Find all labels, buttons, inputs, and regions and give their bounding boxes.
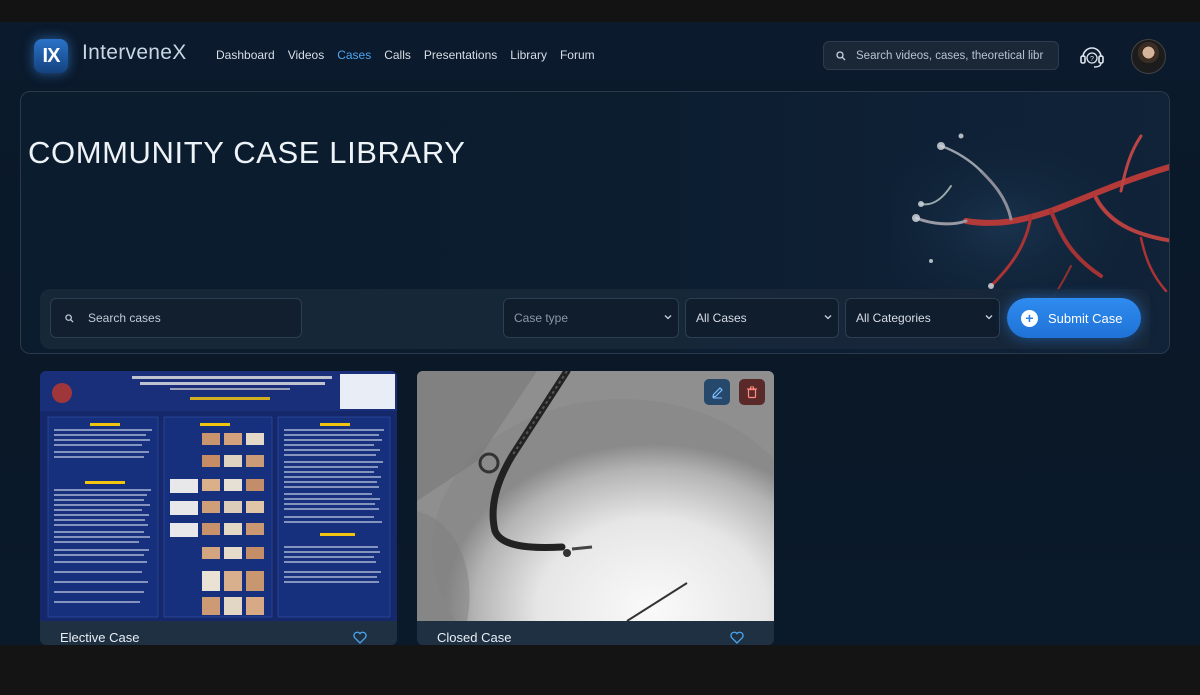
poster-image <box>40 371 397 621</box>
page-title: COMMUNITY CASE LIBRARY <box>28 135 466 170</box>
chevron-down-icon <box>824 315 832 320</box>
app-window: IX IntervenеX Dashboard Videos Cases Cal… <box>0 22 1200 645</box>
case-search-input[interactable] <box>86 310 290 326</box>
case-card[interactable]: Closed Case <box>417 371 774 645</box>
nav-dashboard[interactable]: Dashboard <box>216 48 275 62</box>
headset-question-icon[interactable]: ? <box>1078 42 1106 70</box>
case-title[interactable]: Elective Case <box>60 630 139 645</box>
categories-select[interactable]: All Categories <box>845 298 1000 338</box>
plus-icon: + <box>1021 309 1038 327</box>
global-search[interactable] <box>823 41 1059 70</box>
case-card-footer: Closed Case <box>417 621 774 645</box>
heart-icon[interactable] <box>730 631 744 644</box>
submit-case-button[interactable]: + Submit Case <box>1007 298 1141 338</box>
case-type-select[interactable]: Case type <box>503 298 679 338</box>
case-title[interactable]: Closed Case <box>437 630 511 645</box>
user-avatar[interactable] <box>1131 39 1166 74</box>
nav-videos[interactable]: Videos <box>288 48 324 62</box>
nav-library[interactable]: Library <box>510 48 547 62</box>
nav-presentations[interactable]: Presentations <box>424 48 497 62</box>
chevron-down-icon <box>985 315 993 320</box>
cases-value: All Cases <box>696 311 747 325</box>
case-search[interactable] <box>50 298 302 338</box>
brand-name[interactable]: IntervenеX <box>82 41 187 65</box>
xray-image <box>417 371 774 621</box>
edit-icon <box>711 386 723 398</box>
hero-banner: COMMUNITY CASE LIBRARY Search cases Case… <box>20 91 1170 354</box>
case-thumbnail-poster[interactable] <box>40 371 397 621</box>
edit-button[interactable] <box>704 379 730 405</box>
case-type-value: Case type <box>514 311 569 325</box>
bottom-letterbox <box>0 645 1200 695</box>
search-icon <box>836 50 846 60</box>
nav-forum[interactable]: Forum <box>560 48 595 62</box>
case-card-footer: Elective Case <box>40 621 397 645</box>
delete-button[interactable] <box>739 379 765 405</box>
categories-value: All Categories <box>856 311 931 325</box>
nav-calls[interactable]: Calls <box>384 48 411 62</box>
global-search-input[interactable] <box>854 48 1054 63</box>
case-card[interactable]: Elective Case <box>40 371 397 645</box>
main-nav: Dashboard Videos Cases Calls Presentatio… <box>216 48 595 62</box>
app-logo[interactable]: IX <box>34 39 68 73</box>
filter-bar: Case type All Cases All Categories + Sub… <box>40 289 1150 349</box>
nav-cases[interactable]: Cases <box>337 48 371 62</box>
search-icon <box>65 313 74 323</box>
cases-select[interactable]: All Cases <box>685 298 839 338</box>
heart-icon[interactable] <box>353 631 367 644</box>
svg-text:?: ? <box>1090 56 1094 63</box>
chevron-down-icon <box>664 315 672 320</box>
trash-icon <box>747 386 757 398</box>
submit-case-label: Submit Case <box>1048 310 1123 326</box>
case-thumbnail-xray[interactable] <box>417 371 774 621</box>
